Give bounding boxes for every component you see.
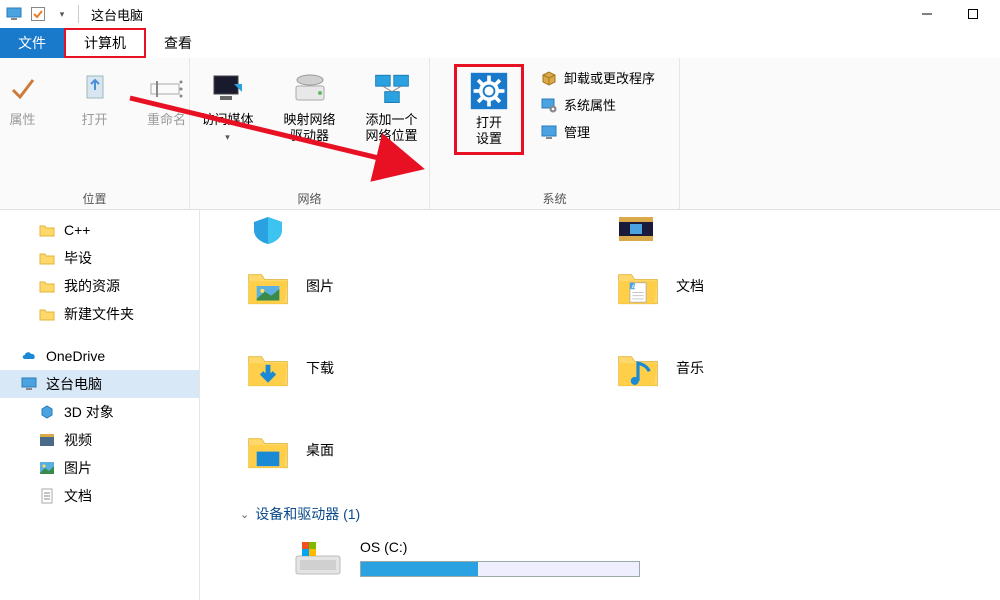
- drive-icon: [290, 68, 330, 108]
- folder-icon: [610, 340, 666, 396]
- tree-item-图片[interactable]: 图片: [0, 454, 199, 482]
- folder-item-下载[interactable]: 下载: [240, 332, 600, 404]
- folder-item-文档[interactable]: A文档: [610, 250, 970, 322]
- folder-icon: [240, 340, 296, 396]
- gear-icon: [469, 71, 509, 111]
- open-settings-button[interactable]: 打开 设置: [454, 64, 524, 155]
- ribbon-group-network: 访问媒体 ▾ 映射网络 驱动器 添加一个 网络位置 网络: [190, 58, 430, 209]
- folder-icon: [38, 221, 56, 239]
- tree-item-视频[interactable]: 视频: [0, 426, 199, 454]
- tree-item-新建文件夹[interactable]: 新建文件夹: [0, 300, 199, 328]
- window-title: 这台电脑: [91, 5, 143, 24]
- ribbon-group-location: 属性 打开 重命名 位置: [0, 58, 190, 209]
- tree-item-OneDrive[interactable]: OneDrive: [0, 342, 199, 370]
- tree-item-3D 对象[interactable]: 3D 对象: [0, 398, 199, 426]
- rename-icon: [147, 68, 187, 108]
- pictures-icon: [38, 459, 56, 477]
- uninstall-button[interactable]: 卸载或更改程序: [540, 68, 655, 87]
- group-label-network: 网络: [297, 189, 321, 207]
- rename-button[interactable]: 重命名: [137, 64, 197, 128]
- content-pane[interactable]: 图片下载桌面 A文档音乐 ⌄ 设备和驱动器 (1) OS (C:): [200, 210, 1000, 600]
- tree-item-这台电脑[interactable]: 这台电脑: [0, 370, 199, 398]
- quick-access-toolbar: ▾: [4, 4, 72, 24]
- minimize-button[interactable]: [904, 0, 950, 28]
- open-button[interactable]: 打开: [65, 64, 125, 128]
- nav-tree[interactable]: C++毕设我的资源新建文件夹 OneDrive这台电脑3D 对象视频图片文档: [0, 210, 200, 600]
- folder-item-音乐[interactable]: 音乐: [610, 332, 970, 404]
- folder-icon: [240, 258, 296, 314]
- tree-item-文档[interactable]: 文档: [0, 482, 199, 510]
- list-item[interactable]: [240, 210, 600, 250]
- title-bar: ▾ 这台电脑: [0, 0, 1000, 28]
- network-icon: [372, 68, 412, 108]
- qat-dropdown-icon[interactable]: ▾: [52, 4, 72, 24]
- ribbon-group-system: 打开 设置 卸载或更改程序 系统属性 管理 系统: [430, 58, 680, 209]
- map-drive-button[interactable]: 映射网络 驱动器: [275, 64, 345, 143]
- monitor-icon: [540, 123, 558, 141]
- tree-item-C++[interactable]: C++: [0, 216, 199, 244]
- onedrive-icon: [20, 347, 38, 365]
- folder-item-图片[interactable]: 图片: [240, 250, 600, 322]
- check-icon: [3, 68, 43, 108]
- list-item[interactable]: [610, 210, 970, 250]
- svg-text:A: A: [632, 284, 636, 290]
- pc-icon[interactable]: [4, 4, 24, 24]
- maximize-button[interactable]: [950, 0, 996, 28]
- ribbon-tabs: 文件 计算机 查看: [0, 28, 1000, 58]
- tab-computer[interactable]: 计算机: [64, 28, 146, 58]
- properties-button[interactable]: 属性: [0, 64, 53, 128]
- tab-view[interactable]: 查看: [146, 28, 210, 58]
- divider: [78, 5, 79, 23]
- 3d-icon: [38, 403, 56, 421]
- group-label-system: 系统: [542, 189, 566, 207]
- box-icon: [540, 69, 558, 87]
- tab-file[interactable]: 文件: [0, 28, 64, 58]
- tree-item-我的资源[interactable]: 我的资源: [0, 272, 199, 300]
- folder-icon: [38, 249, 56, 267]
- drive-name: OS (C:): [360, 539, 640, 555]
- monitor-gear-icon: [540, 96, 558, 114]
- tree-item-毕设[interactable]: 毕设: [0, 244, 199, 272]
- drive-item[interactable]: OS (C:): [240, 530, 1000, 586]
- checkbox-icon[interactable]: [28, 4, 48, 24]
- drive-usage-bar: [360, 561, 640, 577]
- folder-icon: [38, 305, 56, 323]
- drive-icon: [290, 530, 346, 586]
- group-label-location: 位置: [82, 189, 106, 207]
- folder-item-桌面[interactable]: 桌面: [240, 414, 600, 486]
- folder-icon: [240, 422, 296, 478]
- manage-button[interactable]: 管理: [540, 122, 655, 141]
- system-properties-button[interactable]: 系统属性: [540, 95, 655, 114]
- docs-icon: [38, 487, 56, 505]
- folder-icon: A: [610, 258, 666, 314]
- open-icon: [75, 68, 115, 108]
- pc-icon: [20, 375, 38, 393]
- video-icon: [610, 214, 666, 246]
- access-media-button[interactable]: 访问媒体 ▾: [193, 64, 263, 143]
- section-header-devices[interactable]: ⌄ 设备和驱动器 (1): [240, 486, 1000, 530]
- video-icon: [38, 431, 56, 449]
- media-icon: [208, 68, 248, 108]
- chevron-down-icon: ⌄: [240, 508, 249, 521]
- ribbon: 属性 打开 重命名 位置 访问媒体: [0, 58, 1000, 210]
- shield-icon: [240, 214, 296, 246]
- add-network-location-button[interactable]: 添加一个 网络位置: [357, 64, 427, 143]
- folder-icon: [38, 277, 56, 295]
